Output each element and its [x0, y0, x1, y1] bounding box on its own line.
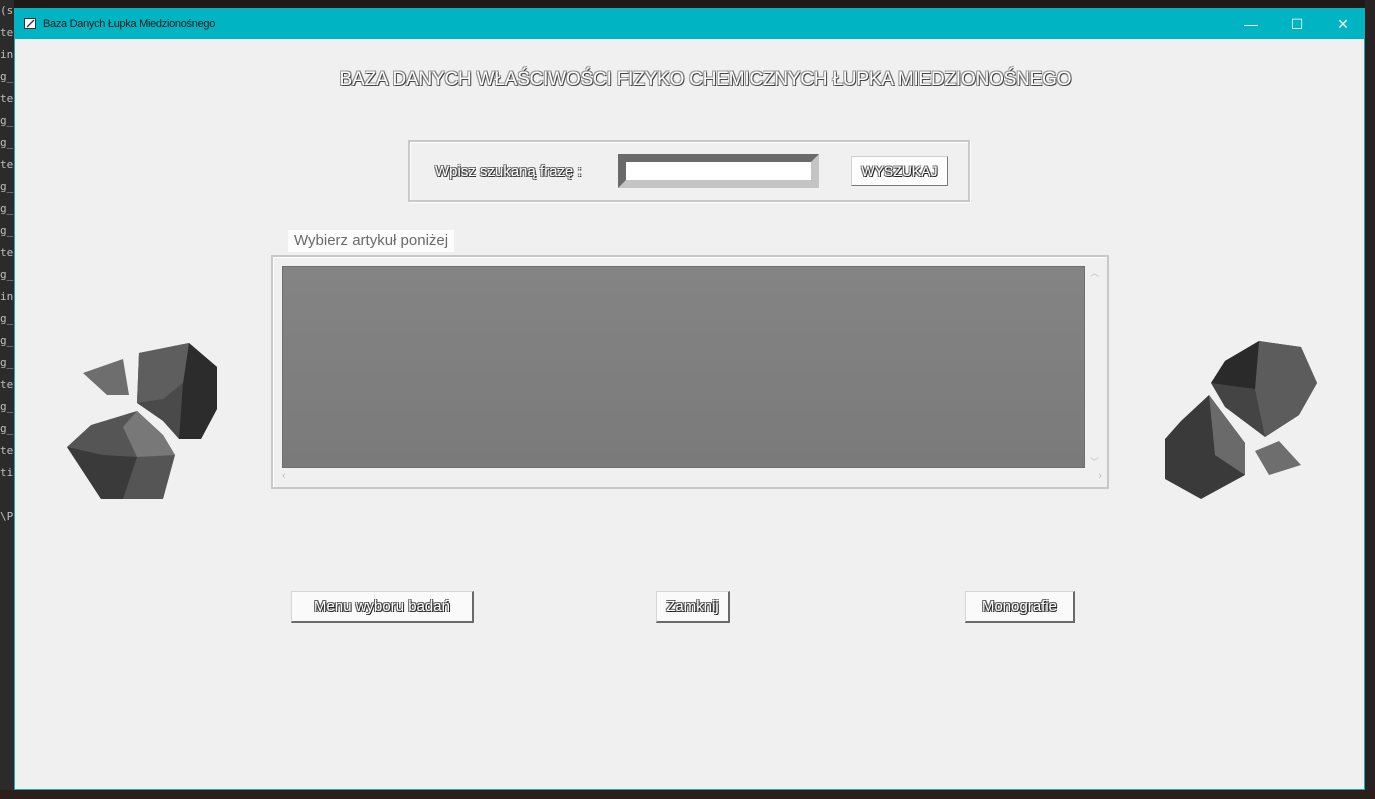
- editor-line: g_: [0, 400, 14, 413]
- article-list-panel: ︿ ﹀ ‹ ›: [271, 255, 1109, 489]
- article-list-caption: Wybierz artykuł poniżej: [288, 230, 455, 252]
- editor-line: (s): [0, 4, 14, 17]
- editor-line: g_: [0, 136, 14, 149]
- research-menu-button[interactable]: Menu wyboru badań: [291, 591, 474, 623]
- editor-line: g_: [0, 268, 14, 281]
- scroll-down-icon[interactable]: ﹀: [1090, 455, 1099, 468]
- window-title: Baza Danych Łupka Miedzionośnego: [43, 18, 216, 30]
- search-button[interactable]: WYSZUKAJ: [851, 156, 948, 186]
- editor-line: \P: [0, 510, 14, 523]
- desktop-background-editor: (s)teing_teg_g_teg_g_g_teg_ing_g_g_teg_g…: [0, 0, 14, 799]
- editor-line: g_: [0, 356, 14, 369]
- editor-line: g_: [0, 422, 14, 435]
- horizontal-scrollbar[interactable]: ‹ ›: [282, 470, 1102, 484]
- title-bar[interactable]: Baza Danych Łupka Miedzionośnego — ☐ ✕: [15, 9, 1364, 39]
- search-panel: Wpisz szukaną frazę : WYSZUKAJ: [408, 140, 970, 202]
- editor-line: te: [0, 26, 14, 39]
- rocks-right-illustration: [1165, 341, 1317, 499]
- editor-line: te: [0, 378, 14, 391]
- monographs-button[interactable]: Monografie: [965, 591, 1075, 623]
- close-button[interactable]: Zamknij: [656, 591, 730, 623]
- desktop-background-bottom: [0, 790, 1375, 799]
- page-title: BAZA DANYCH WŁAŚCIWOŚCI FIZYKO CHEMICZNY…: [339, 69, 1072, 90]
- editor-line: g_: [0, 224, 14, 237]
- editor-line: g_: [0, 180, 14, 193]
- editor-line: te: [0, 158, 14, 171]
- maximize-button[interactable]: ☐: [1274, 9, 1320, 39]
- app-feather-icon: [24, 18, 36, 29]
- rocks-left-illustration: [67, 343, 217, 499]
- search-label: Wpisz szukaną frazę :: [435, 163, 582, 180]
- editor-line: g_: [0, 312, 14, 325]
- editor-line: g_: [0, 114, 14, 127]
- vertical-scrollbar[interactable]: ︿ ﹀: [1088, 266, 1102, 468]
- article-listbox[interactable]: [282, 266, 1085, 468]
- close-window-button[interactable]: ✕: [1320, 9, 1366, 39]
- app-window: Baza Danych Łupka Miedzionośnego — ☐ ✕ B…: [14, 8, 1365, 790]
- editor-line: te: [0, 444, 14, 457]
- search-input[interactable]: [618, 154, 819, 188]
- editor-line: tic: [0, 466, 14, 479]
- editor-line: te: [0, 246, 14, 259]
- editor-line: in: [0, 290, 14, 303]
- scroll-up-icon[interactable]: ︿: [1090, 266, 1099, 279]
- minimize-button[interactable]: —: [1228, 9, 1274, 39]
- editor-line: te: [0, 92, 14, 105]
- scroll-right-icon[interactable]: ›: [1098, 470, 1102, 482]
- desktop-background-right: [1365, 0, 1375, 799]
- editor-line: g_: [0, 202, 14, 215]
- editor-line: g_: [0, 70, 14, 83]
- editor-line: in: [0, 48, 14, 61]
- editor-line: g_: [0, 334, 14, 347]
- scroll-left-icon[interactable]: ‹: [282, 470, 286, 482]
